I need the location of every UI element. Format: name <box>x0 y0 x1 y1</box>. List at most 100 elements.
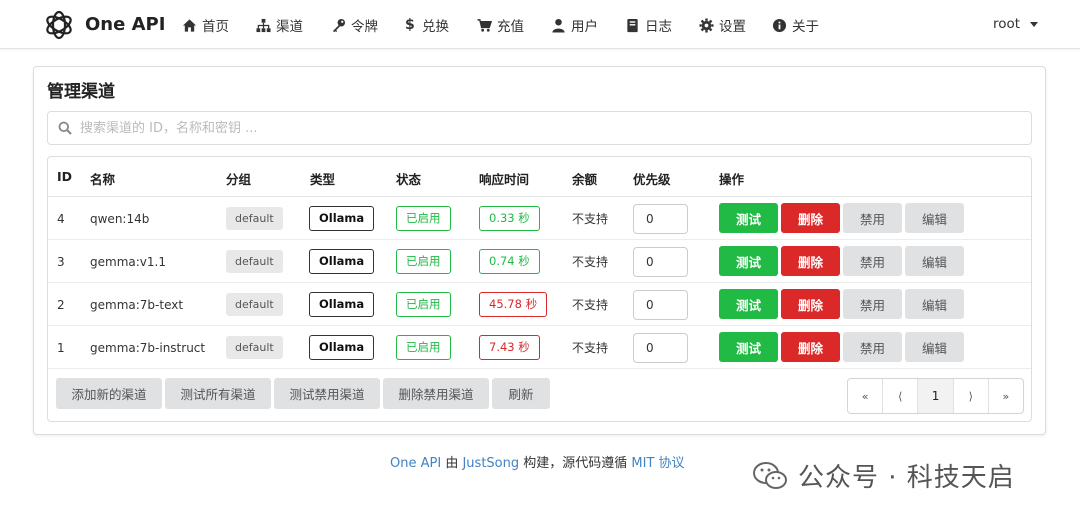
last-page-button[interactable]: » <box>989 379 1023 413</box>
footer-app-link[interactable]: One API <box>390 456 441 471</box>
column-header-response-time[interactable]: 响应时间 <box>479 169 529 188</box>
status-badge: 已启用 <box>396 249 451 274</box>
cell-id: 2 <box>57 297 65 312</box>
cell-balance[interactable]: 不支持 <box>572 326 608 369</box>
next-page-button[interactable]: ⟩ <box>954 379 989 413</box>
search-icon <box>58 121 72 135</box>
cell-name: qwen:14b <box>90 211 150 226</box>
test-button[interactable]: 测试 <box>719 332 778 362</box>
page-button-current[interactable]: 1 <box>918 379 954 413</box>
nav-item-channels[interactable]: 渠道 <box>256 16 303 35</box>
group-label: default <box>226 250 283 273</box>
openai-logo-icon[interactable] <box>42 8 76 42</box>
nav-item-topup[interactable]: 充值 <box>477 16 524 35</box>
search-input[interactable] <box>80 112 1020 144</box>
book-icon <box>627 18 638 32</box>
footer-license-link[interactable]: MIT 协议 <box>631 456 684 471</box>
user-icon <box>552 18 565 33</box>
group-label: default <box>226 293 283 316</box>
column-header-id[interactable]: ID <box>57 169 72 184</box>
disable-button[interactable]: 禁用 <box>843 332 902 362</box>
edit-button[interactable]: 编辑 <box>905 203 964 233</box>
priority-input[interactable] <box>633 246 688 277</box>
brand-name[interactable]: One API <box>85 14 165 35</box>
response-time-badge[interactable]: 7.43 秒 <box>479 335 540 360</box>
key-icon <box>332 18 346 32</box>
column-header-group[interactable]: 分组 <box>226 169 251 188</box>
nav-item-label: 设置 <box>719 19 746 35</box>
watermark-text: 公众号 · 科技天启 <box>798 463 1015 493</box>
column-header-type[interactable]: 类型 <box>310 169 335 188</box>
nav-item-label: 用户 <box>571 19 598 35</box>
status-badge: 已启用 <box>396 335 451 360</box>
cell-balance[interactable]: 不支持 <box>572 197 608 240</box>
channel-management-card: 管理渠道 ID 名称 分组 类型 状态 响应时间 余额 优先级 操作 4 qwe… <box>33 66 1046 435</box>
delete-button[interactable]: 删除 <box>781 203 840 233</box>
test-all-channels-button[interactable]: 测试所有渠道 <box>165 378 271 409</box>
priority-input[interactable] <box>633 289 688 320</box>
disable-button[interactable]: 禁用 <box>843 246 902 276</box>
delete-button[interactable]: 删除 <box>781 246 840 276</box>
response-time-badge[interactable]: 45.78 秒 <box>479 292 548 317</box>
home-icon <box>182 18 197 32</box>
test-button[interactable]: 测试 <box>719 203 778 233</box>
edit-button[interactable]: 编辑 <box>905 289 964 319</box>
column-header-name[interactable]: 名称 <box>90 169 115 188</box>
prev-page-button[interactable]: ⟨ <box>883 379 919 413</box>
test-button[interactable]: 测试 <box>719 246 778 276</box>
search-box <box>47 111 1032 145</box>
status-badge: 已启用 <box>396 292 451 317</box>
nav-item-redeem[interactable]: $ 兑换 <box>405 16 449 35</box>
watermark: 公众号 · 科技天启 <box>752 457 1015 494</box>
column-header-actions: 操作 <box>719 172 745 187</box>
delete-button[interactable]: 删除 <box>781 332 840 362</box>
add-channel-button[interactable]: 添加新的渠道 <box>56 378 162 409</box>
nav-item-tokens[interactable]: 令牌 <box>331 16 378 35</box>
user-menu[interactable]: root <box>993 16 1039 32</box>
nav-item-home[interactable]: 首页 <box>182 16 229 35</box>
edit-button[interactable]: 编辑 <box>905 246 964 276</box>
channel-table: ID 名称 分组 类型 状态 响应时间 余额 优先级 操作 4 qwen:14b… <box>47 156 1032 422</box>
nav-item-about[interactable]: 关于 <box>772 16 819 35</box>
cell-balance[interactable]: 不支持 <box>572 240 608 283</box>
nav-item-settings[interactable]: 设置 <box>699 16 746 35</box>
type-label: Ollama <box>309 206 375 231</box>
footer-author-link[interactable]: JustSong <box>462 456 519 471</box>
disable-button[interactable]: 禁用 <box>843 289 902 319</box>
nav-item-users[interactable]: 用户 <box>551 16 598 35</box>
nav-item-label: 兑换 <box>422 19 449 35</box>
table-row: 2 gemma:7b-text default Ollama 已启用 45.78… <box>48 283 1031 326</box>
cell-balance[interactable]: 不支持 <box>572 283 608 326</box>
table-row: 4 qwen:14b default Ollama 已启用 0.33 秒 不支持… <box>48 197 1031 240</box>
edit-button[interactable]: 编辑 <box>905 332 964 362</box>
delete-disabled-channels-button[interactable]: 删除禁用渠道 <box>383 378 489 409</box>
refresh-button[interactable]: 刷新 <box>492 378 550 409</box>
gear-icon <box>699 17 714 33</box>
nav-item-logs[interactable]: 日志 <box>625 16 672 35</box>
test-disabled-channels-button[interactable]: 测试禁用渠道 <box>274 378 380 409</box>
footer-text: 由 <box>445 456 459 471</box>
priority-input[interactable] <box>633 203 688 234</box>
cell-id: 4 <box>57 211 65 226</box>
disable-button[interactable]: 禁用 <box>843 203 902 233</box>
response-time-badge[interactable]: 0.33 秒 <box>479 206 540 231</box>
column-header-priority[interactable]: 优先级 <box>633 169 671 188</box>
first-page-button[interactable]: « <box>848 379 884 413</box>
cell-id: 3 <box>57 254 65 269</box>
type-label: Ollama <box>309 292 375 317</box>
cell-name: gemma:7b-instruct <box>90 340 206 355</box>
cell-name: gemma:v1.1 <box>90 254 166 269</box>
delete-button[interactable]: 删除 <box>781 289 840 319</box>
response-time-badge[interactable]: 0.74 秒 <box>479 249 540 274</box>
group-label: default <box>226 207 283 230</box>
username: root <box>993 16 1021 32</box>
nav-item-label: 首页 <box>202 19 229 35</box>
top-nav: One API 首页 渠道 令牌 $ 兑换 充值 用户 日志 设置 关于 roo… <box>0 0 1080 49</box>
column-header-status[interactable]: 状态 <box>396 169 421 188</box>
status-badge: 已启用 <box>396 206 451 231</box>
footer-text: 构建，源代码遵循 <box>523 456 628 471</box>
priority-input[interactable] <box>633 332 688 363</box>
column-header-balance[interactable]: 余额 <box>572 169 597 188</box>
test-button[interactable]: 测试 <box>719 289 778 319</box>
cell-id: 1 <box>57 340 65 355</box>
